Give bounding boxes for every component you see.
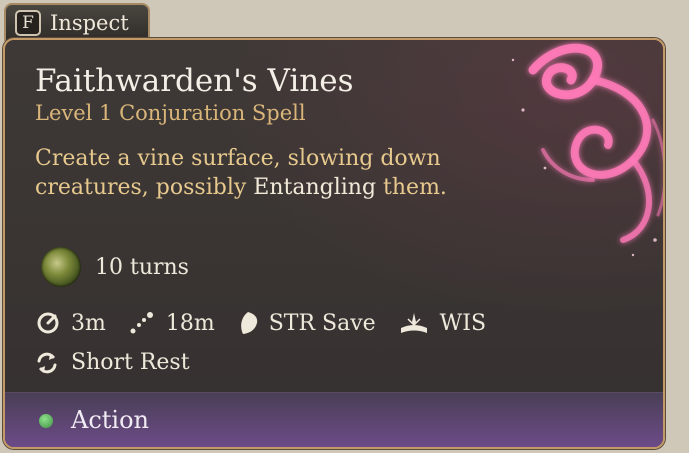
range-icon (130, 312, 153, 334)
action-cost-label: Action (71, 406, 149, 434)
stat-range-value: 18m (165, 310, 215, 336)
short-rest-icon (37, 352, 57, 373)
stat-ability-value: WIS (439, 310, 487, 336)
saving-throw-icon (240, 312, 257, 334)
spellcasting-ability-icon (400, 313, 427, 333)
inspect-key-hint: F (15, 10, 41, 36)
inspect-label: Inspect (50, 11, 129, 35)
magic-spiral-icon (511, 43, 663, 257)
aoe-radius-icon (37, 312, 59, 334)
stat-range: 18m (128, 310, 215, 336)
spell-name: Faithwarden's Vines (35, 63, 354, 99)
recharge-text: Short Rest (71, 350, 190, 375)
stat-ability: WIS (398, 310, 486, 336)
entangling-keyword[interactable]: Entangling (253, 175, 376, 200)
inspect-tab[interactable]: F Inspect (4, 3, 150, 41)
duration-row: 10 turns (41, 247, 189, 287)
action-cost-bar: Action (5, 392, 663, 447)
stat-aoe: 3m (35, 310, 106, 336)
spell-description: Create a vine surface, slowing down crea… (35, 144, 465, 202)
stat-save-value: STR Save (268, 310, 376, 336)
spell-level-school: Level 1 Conjuration Spell (35, 101, 306, 125)
duration-text: 10 turns (95, 254, 189, 280)
spell-tooltip-panel: Faithwarden's Vines Level 1 Conjuration … (3, 38, 665, 449)
description-text-end: them. (376, 175, 447, 200)
spell-stats-row: 3m 18m STR Save WIS (35, 310, 508, 336)
action-dot-icon (39, 414, 53, 428)
stat-aoe-value: 3m (71, 310, 106, 336)
recharge-row: Short Rest (35, 350, 190, 375)
stat-save: STR Save (237, 310, 376, 336)
vine-surface-icon (41, 247, 81, 287)
